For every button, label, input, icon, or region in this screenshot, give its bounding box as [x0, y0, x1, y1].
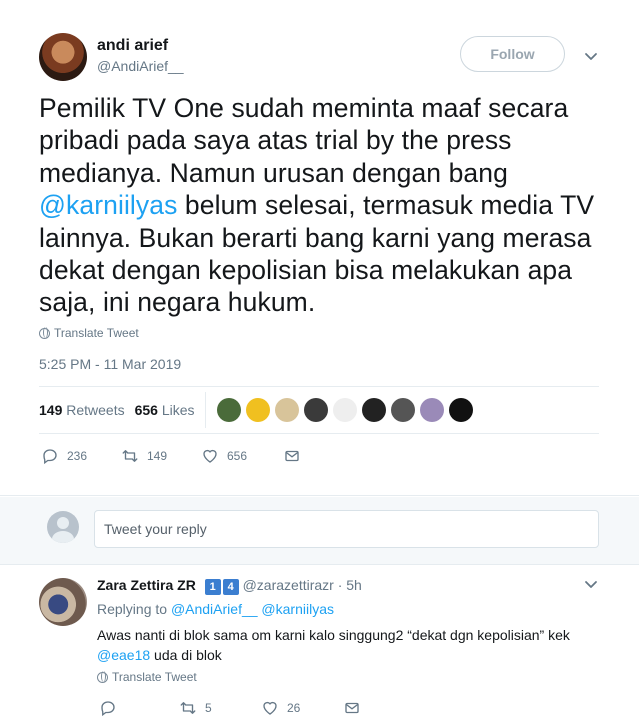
reply-text-part: uda di blok [150, 647, 222, 663]
reply-author-name: Zara Zettira ZR [97, 577, 196, 593]
message-action[interactable] [343, 699, 361, 717]
envelope-icon [285, 450, 299, 462]
liker-avatar[interactable] [333, 398, 357, 422]
tweet-stats: 149 Retweets 656 Likes [39, 402, 195, 418]
reply-icon [43, 449, 57, 465]
mention-link[interactable]: @karniilyas [39, 190, 177, 220]
user-avatar [47, 511, 79, 543]
main-tweet: andi arief @AndiArief__ Follow Pemilik T… [0, 0, 639, 496]
reply-author-handle: @zarazettirazr [242, 577, 334, 593]
replying-to-label: Replying to [97, 601, 168, 617]
liker-avatar[interactable] [217, 398, 241, 422]
heart-icon [263, 701, 277, 715]
retweets-label: Retweets [66, 402, 125, 418]
reply-author-header[interactable]: Zara Zettira ZR 14 @zarazettirazr · 5h [97, 577, 362, 595]
likes-label: Likes [161, 402, 195, 418]
divider [39, 433, 599, 434]
liker-avatar[interactable] [304, 398, 328, 422]
keycap-badge: 4 [222, 579, 239, 595]
reply-time[interactable]: · 5h [338, 577, 362, 593]
keycap-badge: 1 [204, 579, 221, 595]
divider [39, 386, 599, 387]
mention-link[interactable]: @karniilyas [261, 601, 334, 617]
reply-composer [0, 497, 639, 565]
reply-actions: 5 26 [99, 699, 361, 717]
tweet-actions: 236 149 656 [41, 447, 301, 465]
likes-count: 656 [134, 402, 158, 418]
author-avatar[interactable] [39, 33, 87, 81]
retweets-stat[interactable]: 149 Retweets [39, 402, 125, 418]
reply-count: 236 [67, 449, 88, 463]
author-name[interactable]: andi arief [97, 37, 168, 55]
like-action[interactable]: 656 [201, 447, 283, 465]
retweet-count: 5 [205, 701, 212, 715]
replying-to: Replying to @AndiArief__ @karniilyas [97, 601, 334, 617]
retweet-icon [122, 450, 138, 462]
likers-avatars [217, 398, 473, 422]
reply-action[interactable] [99, 699, 179, 717]
liker-avatar[interactable] [420, 398, 444, 422]
reply-text-part: Awas nanti di blok sama om karni kalo si… [97, 627, 570, 643]
reply-icon [101, 701, 115, 717]
like-count: 26 [287, 701, 301, 715]
liker-avatar[interactable] [362, 398, 386, 422]
reply-author-avatar[interactable] [39, 578, 87, 626]
likes-stat[interactable]: 656 Likes [135, 402, 195, 418]
author-handle[interactable]: @AndiArief__ [97, 58, 184, 74]
translate-label: Translate Tweet [54, 326, 139, 340]
reply-input[interactable] [94, 510, 599, 548]
liker-avatar[interactable] [449, 398, 473, 422]
retweet-action[interactable]: 149 [121, 447, 201, 465]
chevron-down-icon[interactable] [581, 574, 601, 594]
tweet-text-part: Pemilik TV One sudah meminta maaf secara… [39, 93, 569, 188]
reply-text: Awas nanti di blok sama om karni kalo si… [97, 625, 617, 665]
retweet-action[interactable]: 5 [179, 699, 261, 717]
mention-link[interactable]: @eae18 [97, 647, 150, 663]
translate-label: Translate Tweet [112, 670, 197, 684]
liker-avatar[interactable] [275, 398, 299, 422]
liker-avatar[interactable] [391, 398, 415, 422]
reply-tweet: Zara Zettira ZR 14 @zarazettirazr · 5h R… [0, 566, 639, 728]
follow-button[interactable]: Follow [460, 36, 565, 72]
globe-icon [39, 327, 50, 339]
retweet-icon [180, 702, 196, 714]
tweet-text: Pemilik TV One sudah meminta maaf secara… [39, 92, 609, 319]
mention-link[interactable]: @AndiArief__ [171, 601, 258, 617]
translate-tweet-link[interactable]: Translate Tweet [97, 670, 197, 684]
reply-action[interactable]: 236 [41, 447, 121, 465]
envelope-icon [345, 702, 359, 714]
like-action[interactable]: 26 [261, 699, 343, 717]
retweets-count: 149 [39, 402, 63, 418]
tweet-timestamp[interactable]: 5:25 PM - 11 Mar 2019 [39, 356, 181, 372]
retweet-count: 149 [147, 449, 168, 463]
liker-avatar[interactable] [246, 398, 270, 422]
translate-tweet-link[interactable]: Translate Tweet [39, 326, 139, 340]
chevron-down-icon[interactable] [581, 46, 601, 66]
divider [205, 392, 206, 428]
like-count: 656 [227, 449, 248, 463]
heart-icon [203, 449, 217, 463]
globe-icon [97, 671, 108, 683]
message-action[interactable] [283, 447, 301, 465]
